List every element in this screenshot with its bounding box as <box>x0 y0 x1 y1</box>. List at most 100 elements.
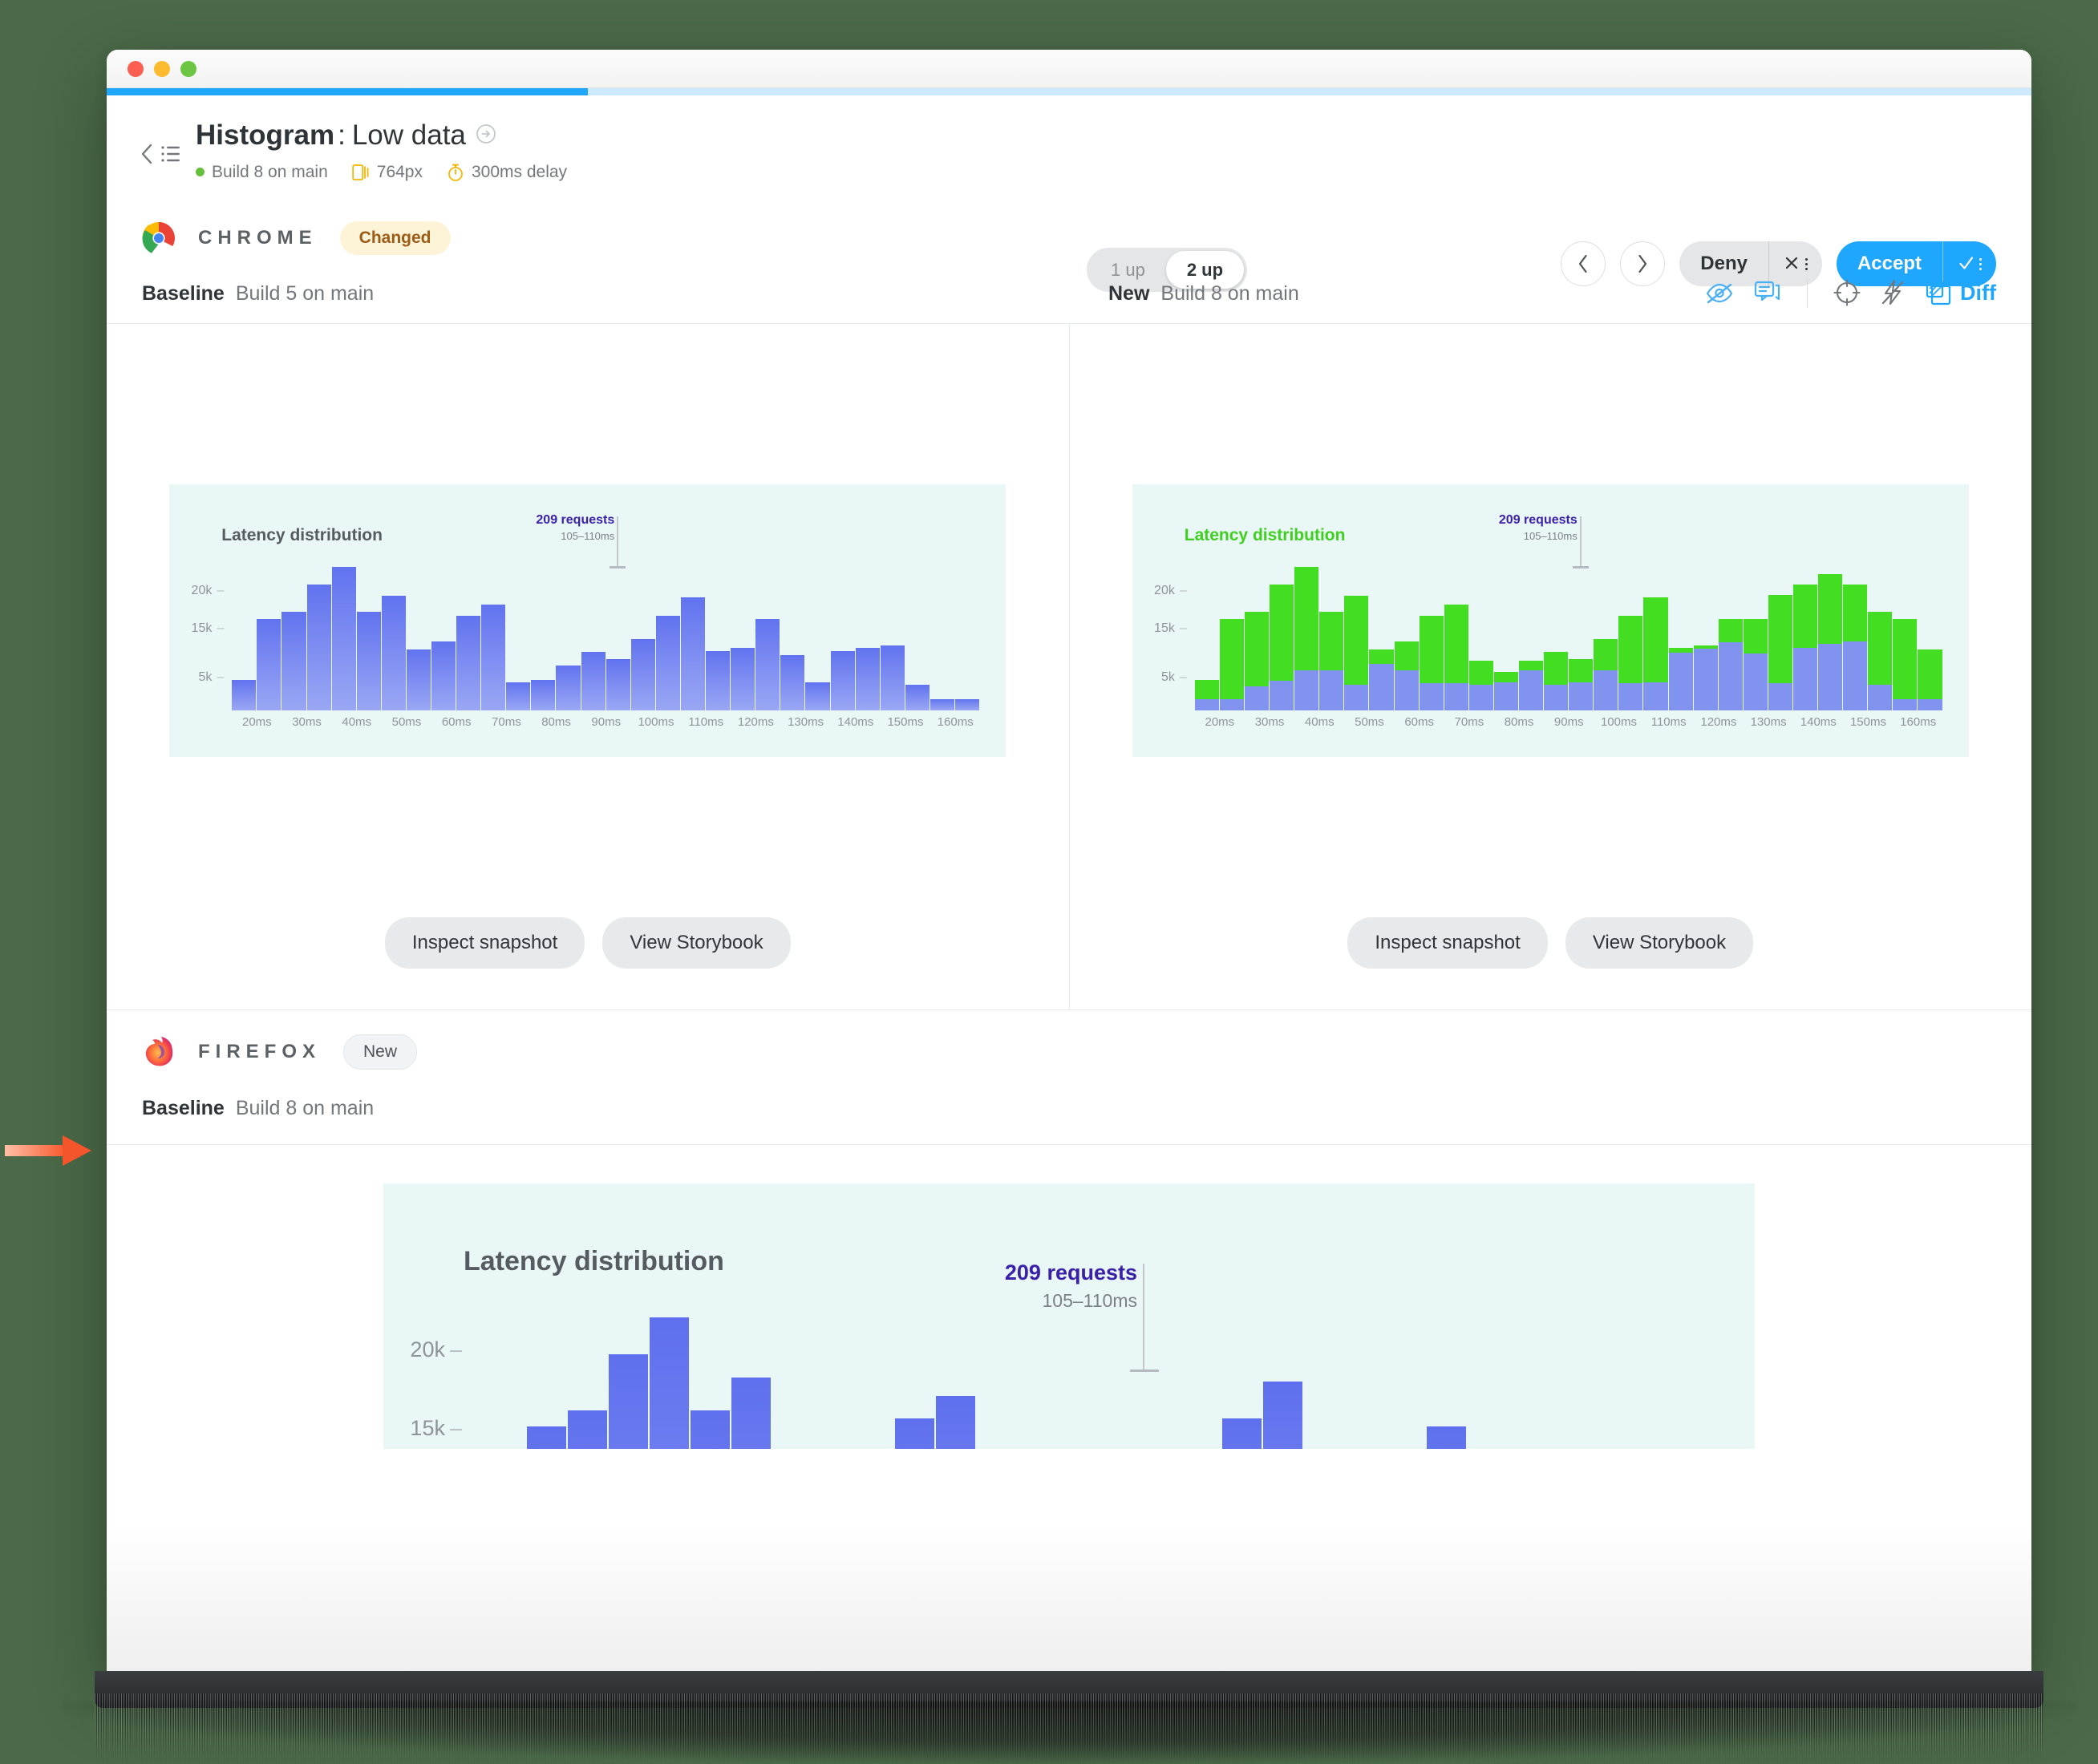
inspect-snapshot-button-new[interactable]: Inspect snapshot <box>1347 917 1548 969</box>
chart-bar-fill <box>1219 619 1244 710</box>
new-snapshot[interactable]: Latency distribution 20k 15k 5k 20ms 30ms… <box>1070 324 2032 917</box>
minimize-window-button[interactable] <box>154 60 170 77</box>
chart-bar <box>556 556 581 710</box>
status-dot-icon <box>196 168 205 177</box>
chart-bar <box>609 1296 648 1449</box>
chart-bar-fill <box>731 648 755 710</box>
inspect-snapshot-button-baseline[interactable]: Inspect snapshot <box>384 917 585 969</box>
chart-bar <box>854 1296 893 1449</box>
x-axis-tick: 30ms <box>1254 715 1285 729</box>
chart-bar-fill <box>581 652 606 710</box>
firefox-snapshot[interactable]: Latency distribution 20k 15k 209 request… <box>107 1144 2031 1449</box>
compare-header-chrome: Baseline Build 5 on main New Build 8 on … <box>107 273 2031 323</box>
chevron-left-icon <box>1579 254 1587 273</box>
chart-bar-overlap <box>1270 681 1294 710</box>
arrow-right-icon <box>5 1135 91 1166</box>
chart-bar <box>1427 1296 1466 1449</box>
chart-bar <box>954 556 980 710</box>
chart-bar <box>331 556 356 710</box>
baseline-snapshot[interactable]: Latency distribution 20k 15k 5k 20ms 30ms… <box>107 324 1069 917</box>
y-tick-20k: 20k <box>399 1337 462 1362</box>
close-window-button[interactable] <box>128 60 144 77</box>
new-pane-actions: Inspect snapshot View Storybook <box>1070 917 2032 969</box>
chart-bar <box>706 556 731 710</box>
chart-bar-fill <box>805 682 830 710</box>
meta-viewport-label: 764px <box>376 162 423 181</box>
view-storybook-button-baseline[interactable]: View Storybook <box>602 917 791 969</box>
chart-bar <box>486 1296 525 1449</box>
meta-delay-label: 300ms delay <box>471 162 568 181</box>
x-axis-tick: 160ms <box>1900 715 1937 729</box>
hide-diff-toggle[interactable] <box>1704 280 1735 305</box>
chart-bar <box>1743 556 1768 710</box>
page-load-progress-fill <box>107 88 588 95</box>
annotation-leader-line <box>1143 1264 1144 1370</box>
chart-bar-overlap <box>1793 647 1818 710</box>
header-meta: Build 8 on main 764px 300ms delay <box>196 163 567 182</box>
chart-bar <box>1244 556 1270 710</box>
x-axis-labels: 20ms 30ms 40ms 50ms 60ms 70ms 80ms 90ms 100ms 110… <box>232 715 980 729</box>
chart-bar <box>232 556 257 710</box>
annotation-leader-line <box>617 516 619 566</box>
chart-bar-fill <box>880 645 905 710</box>
page-title-separator: : <box>338 119 346 151</box>
chart-bar <box>1643 556 1668 710</box>
chart-bar <box>531 556 556 710</box>
x-axis-tick: 60ms <box>1404 715 1434 729</box>
laptop-base <box>63 1671 2076 1764</box>
baseline-chart: Latency distribution 20k 15k 5k 20ms 30ms… <box>169 484 1006 757</box>
comment-icon <box>1754 281 1780 301</box>
diff-toggle-button[interactable]: Diff <box>1925 279 1996 306</box>
comments-button[interactable] <box>1754 280 1781 305</box>
chart-bar <box>1549 1296 1589 1449</box>
chart-bar-overlap <box>1394 670 1419 710</box>
chart-bar <box>381 556 406 710</box>
chart-plot-area <box>1194 556 1943 710</box>
snapshot-panes: Latency distribution 20k 15k 5k 20ms 30ms… <box>107 323 2031 1009</box>
window-titlebar <box>107 50 2031 88</box>
x-axis-tick: 110ms <box>688 715 724 729</box>
chart-bar <box>306 556 331 710</box>
baseline-label: Baseline <box>142 1097 225 1119</box>
x-axis-tick: 40ms <box>342 715 372 729</box>
annotation-cap <box>610 566 626 568</box>
desktop-background: Histogram : Low data Build 8 on main 764… <box>0 0 2098 1764</box>
chart-bar <box>655 556 680 710</box>
laptop-base-texture <box>95 1693 2043 1762</box>
baseline-build: Build 8 on main <box>235 1097 375 1119</box>
x-axis-tick: 100ms <box>1600 715 1637 729</box>
chart-bar-fill <box>556 666 581 710</box>
chart-bar <box>1493 556 1518 710</box>
browser-section-firefox-header: FIREFOX New <box>107 1010 2031 1087</box>
chart-bar <box>1100 1296 1139 1449</box>
annotation-range: 105–110ms <box>1042 1290 1138 1311</box>
breadcrumb-back[interactable] <box>139 142 181 166</box>
chart-bar-fill <box>506 682 531 710</box>
chart-bar-fill <box>568 1410 607 1449</box>
annotation-range: 105–110ms <box>561 530 615 542</box>
chart-bar <box>1672 1296 1711 1449</box>
maximize-window-button[interactable] <box>180 60 196 77</box>
chart-bar-fill <box>481 605 506 710</box>
chart-bar <box>1181 1296 1221 1449</box>
chart-bar-fill <box>606 659 630 710</box>
disable-animation-button[interactable] <box>1880 279 1906 306</box>
chart-bar-fill <box>381 595 406 710</box>
browser-window: Histogram : Low data Build 8 on main 764… <box>107 50 2031 1671</box>
chart-bar-fill <box>1893 619 1918 710</box>
focus-area-button[interactable] <box>1833 279 1861 306</box>
chart-bar <box>1386 1296 1425 1449</box>
chart-bar <box>1304 1296 1343 1449</box>
chart-bar-overlap <box>1294 670 1319 710</box>
chart-bar <box>1569 556 1594 710</box>
chart-bar <box>1590 1296 1630 1449</box>
chart-bar <box>1344 556 1369 710</box>
annotation-value: 209 requests <box>1004 1260 1137 1285</box>
view-storybook-button-new[interactable]: View Storybook <box>1565 917 1754 969</box>
x-axis-tick: 70ms <box>492 715 521 729</box>
chart-bar-fill <box>331 566 356 710</box>
arrow-circle-right-icon[interactable] <box>476 121 496 151</box>
browser-section-firefox: FIREFOX New Baseline Build 8 on main Lat… <box>107 1009 2031 1449</box>
firefox-icon <box>145 1037 173 1066</box>
chart-bar <box>1444 556 1468 710</box>
